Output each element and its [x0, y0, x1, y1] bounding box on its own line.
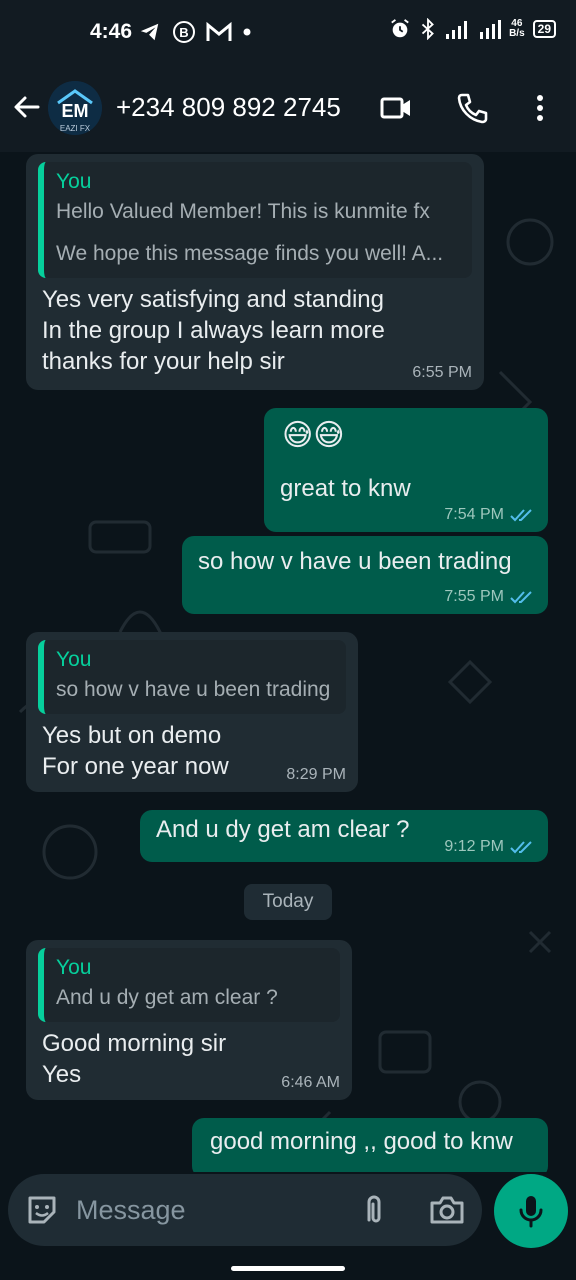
message-time: 7:54 PM: [444, 506, 536, 524]
chat-area[interactable]: You Hello Valued Member! This is kunmite…: [0, 152, 576, 1172]
message-time: 9:12 PM: [444, 838, 536, 856]
telegram-icon: [140, 23, 159, 41]
video-call-icon[interactable]: [378, 90, 414, 126]
gmail-icon: [206, 21, 232, 41]
svg-text:EM: EM: [62, 101, 89, 121]
quote-text: Hello Valued Member! This is kunmite fx: [56, 200, 430, 223]
voice-call-icon[interactable]: [454, 90, 490, 126]
paperclip-icon[interactable]: [356, 1192, 392, 1228]
battery-indicator: 29: [532, 20, 556, 38]
message-text: good morning ,, good to knw: [210, 1128, 513, 1155]
status-time: 4:46: [90, 20, 133, 43]
network-speed: 46 B/s: [509, 18, 525, 39]
message-bubble-outgoing[interactable]: good morning ,, good to knw: [192, 1118, 548, 1172]
signal-icon-2: [480, 20, 502, 39]
message-text: Yes very satisfying and standing In the …: [42, 286, 385, 375]
message-input[interactable]: [76, 1188, 336, 1232]
message-input-bar: [0, 1172, 576, 1280]
signal-icon: [446, 21, 468, 39]
microphone-icon: [519, 1196, 543, 1228]
quoted-message[interactable]: You Hello Valued Member! This is kunmite…: [38, 162, 472, 278]
message-bubble-outgoing[interactable]: 😅😅 great to knw 7:54 PM: [264, 408, 548, 532]
back-arrow-icon[interactable]: [10, 90, 44, 124]
contact-name[interactable]: +234 809 892 2745: [116, 92, 341, 123]
message-bubble-incoming[interactable]: You so how v have u been trading Yes but…: [26, 632, 358, 792]
message-text: great to knw: [280, 475, 411, 502]
message-time: 6:55 PM: [412, 364, 472, 381]
quote-text: so how v have u been trading: [56, 678, 331, 701]
read-ticks-icon: [510, 509, 532, 522]
message-bubble-outgoing[interactable]: so how v have u been trading 7:55 PM: [182, 536, 548, 614]
message-time: 8:29 PM: [286, 766, 346, 783]
read-ticks-icon: [510, 841, 532, 854]
message-composer[interactable]: [8, 1174, 482, 1246]
message-time: 7:55 PM: [444, 588, 536, 606]
alarm-icon: [391, 19, 409, 38]
bluetooth-icon: [421, 18, 434, 40]
date-separator: Today: [244, 884, 332, 920]
avatar[interactable]: EM EAZI FX: [48, 81, 102, 135]
b-circle-icon: B: [173, 21, 195, 43]
quoted-message[interactable]: You so how v have u been trading: [38, 640, 346, 714]
message-text: so how v have u been trading: [198, 548, 512, 575]
quote-author: You: [56, 648, 92, 671]
svg-text:B: B: [179, 25, 188, 40]
quote-author: You: [56, 170, 92, 193]
camera-icon[interactable]: [428, 1192, 466, 1228]
quote-text: We hope this message finds you well! A..…: [56, 242, 444, 265]
message-bubble-outgoing[interactable]: And u dy get am clear ? 9:12 PM: [140, 810, 548, 862]
status-bar: 4:46 B 46 B/s 29: [0, 0, 576, 62]
quote-author: You: [56, 956, 92, 979]
read-ticks-icon: [510, 591, 532, 604]
chat-header: EM EAZI FX +234 809 892 2745: [0, 62, 576, 152]
quoted-message[interactable]: You And u dy get am clear ?: [38, 948, 340, 1022]
emoji-sticker-icon[interactable]: [24, 1192, 60, 1228]
quote-text: And u dy get am clear ?: [56, 986, 278, 1009]
message-bubble-incoming[interactable]: You And u dy get am clear ? Good morning…: [26, 940, 352, 1100]
svg-text:EAZI FX: EAZI FX: [60, 124, 91, 133]
message-time: 6:46 AM: [281, 1074, 340, 1091]
home-indicator: [231, 1266, 345, 1271]
dot-icon: [243, 28, 251, 36]
message-bubble-incoming[interactable]: You Hello Valued Member! This is kunmite…: [26, 154, 484, 390]
voice-record-button[interactable]: [494, 1174, 568, 1248]
message-emoji: 😅😅: [282, 419, 345, 452]
avatar-logo: EM EAZI FX: [48, 81, 102, 135]
more-options-icon[interactable]: [522, 90, 558, 126]
